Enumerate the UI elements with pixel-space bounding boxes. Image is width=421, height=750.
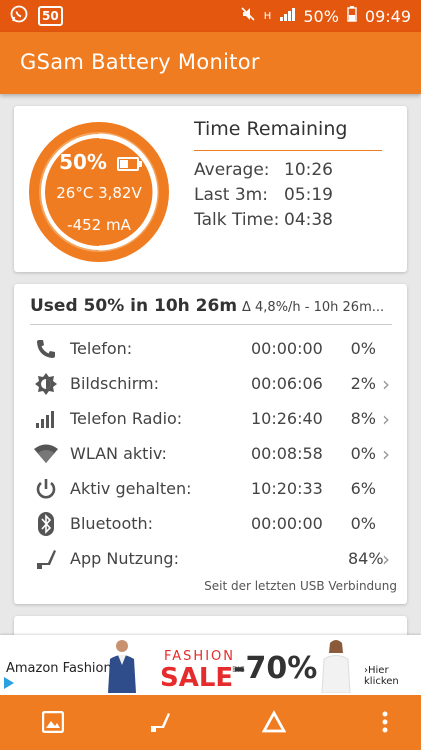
usage-row-wlan[interactable]: WLAN aktiv: 00:08:58 0% › [14, 438, 407, 473]
battery-status-icon [347, 6, 357, 26]
chevron-right-icon[interactable]: › [382, 407, 390, 431]
chevron-right-icon[interactable]: › [382, 547, 390, 571]
usage-row-telefon: Telefon: 00:00:00 0% [14, 333, 407, 368]
usage-row-aktiv-gehalten: Aktiv gehalten: 10:20:33 6% [14, 473, 407, 508]
usage-title: Used 50% in 10h 26m [30, 296, 238, 316]
ad-sale-text: SALE [160, 663, 234, 693]
ad-choices-icon[interactable] [4, 677, 14, 689]
whatsapp-icon [10, 5, 28, 27]
usage-row-bluetooth: Bluetooth: 00:00:00 0% [14, 508, 407, 543]
ad-discount: -70% [233, 651, 318, 686]
ad-cta-link[interactable]: ›Hier klicken [364, 665, 421, 687]
time-remaining-talk: Talk Time: 04:38 [194, 210, 333, 230]
more-icon[interactable] [370, 707, 400, 737]
chevron-right-icon[interactable]: › [382, 442, 390, 466]
ad-banner[interactable]: Amazon Fashion FASHION SALE BIS -70% ›Hi… [0, 635, 421, 695]
signal-status-icon [279, 6, 296, 26]
usage-footnote: Seit der letzten USB Verbindung [204, 579, 397, 593]
status-bar: 50 H 50% 09:49 [0, 0, 421, 32]
battery-current: -452 mA [67, 216, 131, 234]
app-bar: GSam Battery Monitor [0, 32, 421, 94]
battery-percent: 50% [59, 150, 107, 174]
brightness-icon [32, 370, 60, 398]
notification-badge: 50 [38, 6, 63, 26]
battery-status-text: 50% [303, 6, 339, 26]
time-remaining-title: Time Remaining [194, 118, 348, 140]
divider [194, 150, 382, 151]
battery-summary-card: 50% 26°C 3,82V -452 mA Time Remaining Av… [14, 106, 407, 272]
battery-icon [116, 156, 142, 171]
mute-icon [240, 6, 256, 26]
usage-row-telefon-radio[interactable]: Telefon Radio: 10:26:40 8% › [14, 403, 407, 438]
app-usage-icon [32, 545, 60, 573]
phone-icon [32, 335, 60, 363]
time-remaining-average: Average: 10:26 [194, 160, 333, 180]
usage-row-bildschirm[interactable]: Bildschirm: 00:06:06 2% › [14, 368, 407, 403]
image-icon[interactable] [38, 707, 68, 737]
bottom-nav [0, 695, 421, 750]
clock: 09:49 [364, 6, 411, 26]
app-usage-icon[interactable] [145, 707, 175, 737]
ad-brand: Amazon Fashion [6, 661, 112, 676]
usage-card: Used 50% in 10h 26m Δ 4,8%/h - 10h 26m..… [14, 284, 407, 604]
ad-fashion-text: FASHION [164, 649, 235, 664]
divider [30, 324, 392, 325]
ad-model-image [321, 640, 351, 693]
app-title: GSam Battery Monitor [20, 50, 260, 74]
usage-row-app-nutzung[interactable]: App Nutzung: 84% › [14, 543, 407, 578]
wifi-icon [32, 440, 60, 468]
time-remaining-last3m: Last 3m: 05:19 [194, 185, 333, 205]
signal-icon [32, 405, 60, 433]
power-icon [32, 475, 60, 503]
temperature-voltage: 26°C 3,82V [56, 184, 142, 202]
ad-model-image [108, 640, 136, 693]
bluetooth-icon [32, 510, 60, 538]
usage-rate: Δ 4,8%/h - 10h 26m... [242, 300, 385, 315]
network-type: H [263, 10, 272, 22]
delta-icon[interactable] [259, 707, 289, 737]
chevron-right-icon[interactable]: › [382, 372, 390, 396]
